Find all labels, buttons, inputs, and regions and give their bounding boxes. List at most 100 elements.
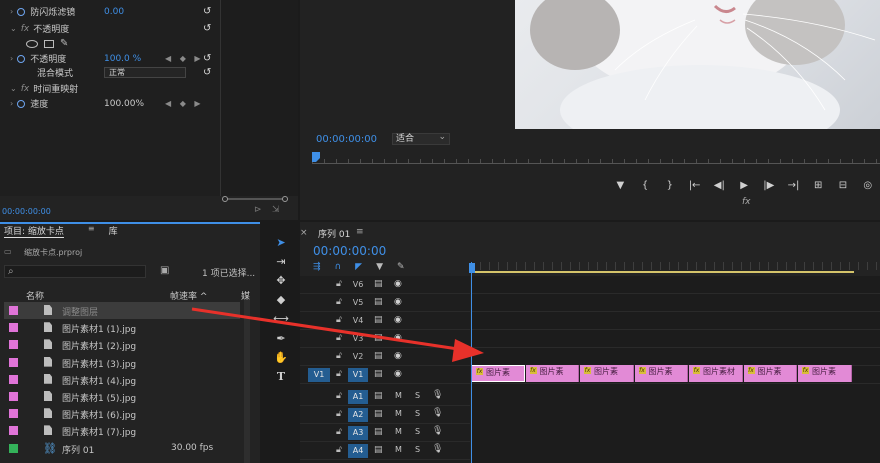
label-color-chip[interactable] bbox=[9, 443, 18, 453]
selection-tool-icon[interactable]: ➤ bbox=[273, 235, 289, 251]
solo-button[interactable]: S bbox=[415, 409, 420, 418]
project-item[interactable]: 图片素材1 (1).jpg bbox=[4, 319, 240, 336]
lock-icon[interactable]: 🔓︎ bbox=[336, 351, 342, 361]
video-track-header[interactable]: 🔓︎ V2 ▤ ◉ bbox=[300, 348, 470, 366]
project-item[interactable]: 图片素材1 (7).jpg bbox=[4, 422, 240, 439]
eye-icon[interactable]: ◉ bbox=[394, 279, 402, 289]
rect-mask-icon[interactable] bbox=[44, 39, 54, 48]
marker-button[interactable]: ▼ bbox=[608, 180, 633, 191]
twirl-icon[interactable]: › bbox=[10, 7, 13, 16]
sync-lock-icon[interactable]: ▤ bbox=[374, 333, 383, 343]
label-color-chip[interactable] bbox=[9, 340, 18, 350]
timeline-clip[interactable]: fx 图片素 bbox=[580, 365, 634, 382]
project-scrollbar[interactable] bbox=[244, 300, 250, 463]
project-item[interactable]: 图片素材1 (4).jpg bbox=[4, 371, 240, 388]
ellipse-mask-icon[interactable] bbox=[26, 39, 38, 48]
effect-timecode[interactable]: 00:00:00:00 bbox=[2, 207, 51, 216]
video-track-header[interactable]: 🔓︎ V4 ▤ ◉ bbox=[300, 312, 470, 330]
panel-menu-icon[interactable]: ≡ bbox=[356, 227, 364, 237]
timeline-clip[interactable]: fx 图片素 bbox=[634, 365, 688, 382]
label-color-chip[interactable] bbox=[9, 426, 18, 436]
eye-icon[interactable]: ◉ bbox=[394, 351, 402, 361]
timeline-clip[interactable]: fx 图片素 bbox=[743, 365, 797, 382]
track-target[interactable]: V3 bbox=[348, 332, 368, 346]
mark-out-button[interactable]: } bbox=[657, 180, 682, 191]
lock-icon[interactable]: 🔓︎ bbox=[336, 445, 342, 455]
hand-tool-icon[interactable]: ✋ bbox=[273, 350, 289, 366]
play-button[interactable]: ▶ bbox=[732, 180, 757, 191]
solo-button[interactable]: S bbox=[415, 391, 420, 400]
lock-icon[interactable]: 🔓︎ bbox=[336, 391, 342, 401]
timeline-clip[interactable]: fx 图片素 bbox=[798, 365, 852, 382]
mute-button[interactable]: M bbox=[395, 445, 402, 454]
video-track-header[interactable]: 🔓︎ V6 ▤ ◉ bbox=[300, 276, 470, 294]
track-target[interactable]: V5 bbox=[348, 296, 368, 310]
eye-icon[interactable]: ◉ bbox=[394, 369, 402, 379]
track-target[interactable]: A4 bbox=[348, 444, 368, 458]
label-color-chip[interactable] bbox=[9, 323, 18, 333]
fit-select[interactable]: 适合 bbox=[392, 132, 450, 145]
lock-icon[interactable]: 🔓︎ bbox=[336, 369, 342, 379]
timeline-clip[interactable]: fx 图片素 bbox=[525, 365, 579, 382]
effect-value[interactable]: 100.00% bbox=[104, 99, 144, 109]
project-item[interactable]: 图片素材1 (5).jpg bbox=[4, 388, 240, 405]
timeline-clip[interactable]: fx 图片素材 bbox=[689, 365, 743, 382]
timeline-clip[interactable]: fx 图片素 bbox=[471, 365, 525, 382]
project-item[interactable]: 图片素材1 (2).jpg bbox=[4, 336, 240, 353]
timeline-playhead[interactable] bbox=[469, 263, 475, 273]
column-frame-rate[interactable]: 帧速率 ^ bbox=[170, 289, 207, 302]
twirl-icon[interactable]: ⌄ bbox=[10, 24, 17, 33]
project-search-input[interactable]: ⌕ bbox=[4, 265, 146, 278]
track-target[interactable]: A3 bbox=[348, 426, 368, 440]
track-target[interactable]: A2 bbox=[348, 408, 368, 422]
timeline-ruler[interactable] bbox=[469, 262, 880, 276]
stopwatch-icon[interactable] bbox=[17, 99, 26, 108]
sync-lock-icon[interactable]: ▤ bbox=[374, 409, 383, 419]
pen-tool-icon[interactable]: ✒ bbox=[273, 331, 289, 347]
lift-button[interactable]: ⊞ bbox=[806, 180, 831, 191]
track-target[interactable]: V1 bbox=[348, 368, 368, 382]
mute-button[interactable]: M bbox=[395, 391, 402, 400]
sync-lock-icon[interactable]: ▤ bbox=[374, 279, 383, 289]
lock-icon[interactable]: 🔓︎ bbox=[336, 315, 342, 325]
program-video-frame[interactable] bbox=[515, 0, 880, 129]
audio-track-header[interactable]: 🔓︎ A4 ▤ M S 🎙︎ bbox=[300, 442, 470, 460]
add-marker-icon[interactable]: ▼ bbox=[376, 262, 383, 274]
sync-lock-icon[interactable]: ▤ bbox=[374, 427, 383, 437]
sync-lock-icon[interactable]: ▤ bbox=[374, 391, 383, 401]
audio-track-header[interactable]: 🔓︎ A1 ▤ M S 🎙︎ bbox=[300, 388, 470, 406]
work-area-bar[interactable] bbox=[473, 271, 854, 273]
track-select-tool-icon[interactable]: ⇥ bbox=[273, 254, 289, 270]
stopwatch-icon[interactable] bbox=[17, 7, 26, 16]
mic-icon[interactable]: 🎙︎ bbox=[432, 408, 443, 418]
label-color-chip[interactable] bbox=[9, 357, 18, 367]
twirl-icon[interactable]: › bbox=[10, 54, 13, 63]
eye-icon[interactable]: ◉ bbox=[394, 297, 402, 307]
mark-in-button[interactable]: { bbox=[633, 180, 658, 191]
track-target[interactable]: A1 bbox=[348, 390, 368, 404]
sync-lock-icon[interactable]: ▤ bbox=[374, 315, 383, 325]
lock-icon[interactable]: 🔓︎ bbox=[336, 427, 342, 437]
track-target[interactable]: V4 bbox=[348, 314, 368, 328]
audio-track-header[interactable]: 🔓︎ A3 ▤ M S 🎙︎ bbox=[300, 424, 470, 442]
wrench-icon[interactable]: ✎ bbox=[397, 262, 405, 274]
column-name[interactable]: 名称 bbox=[26, 289, 44, 302]
lock-icon[interactable]: 🔓︎ bbox=[336, 333, 342, 343]
filter-icon[interactable]: ⊳ bbox=[254, 205, 262, 215]
keyframe-nav-icon[interactable]: ◀ ◆ ▶ bbox=[165, 99, 204, 108]
tab-project[interactable]: 项目: 缩放卡点 bbox=[4, 224, 64, 238]
sync-lock-icon[interactable]: ▤ bbox=[374, 369, 383, 379]
reset-icon[interactable]: ↺ bbox=[203, 6, 211, 17]
eye-icon[interactable]: ◉ bbox=[394, 315, 402, 325]
go-to-out-button[interactable]: →| bbox=[781, 180, 806, 191]
step-forward-button[interactable]: |▶ bbox=[756, 180, 781, 191]
pen-mask-icon[interactable]: ✎ bbox=[60, 38, 68, 49]
keyframe-nav-icon[interactable]: ◀ ◆ ▶ bbox=[165, 54, 204, 63]
lock-icon[interactable]: 🔓︎ bbox=[336, 297, 342, 307]
tab-library[interactable]: 库 bbox=[109, 224, 118, 238]
video-track-header[interactable]: V1 🔓︎ V1 ▤ ◉ bbox=[300, 366, 470, 384]
mute-button[interactable]: M bbox=[395, 409, 402, 418]
project-item[interactable]: 图片素材1 (6).jpg bbox=[4, 405, 240, 422]
tab-sequence[interactable]: 序列 01 bbox=[318, 227, 350, 240]
stopwatch-icon[interactable] bbox=[17, 54, 26, 63]
